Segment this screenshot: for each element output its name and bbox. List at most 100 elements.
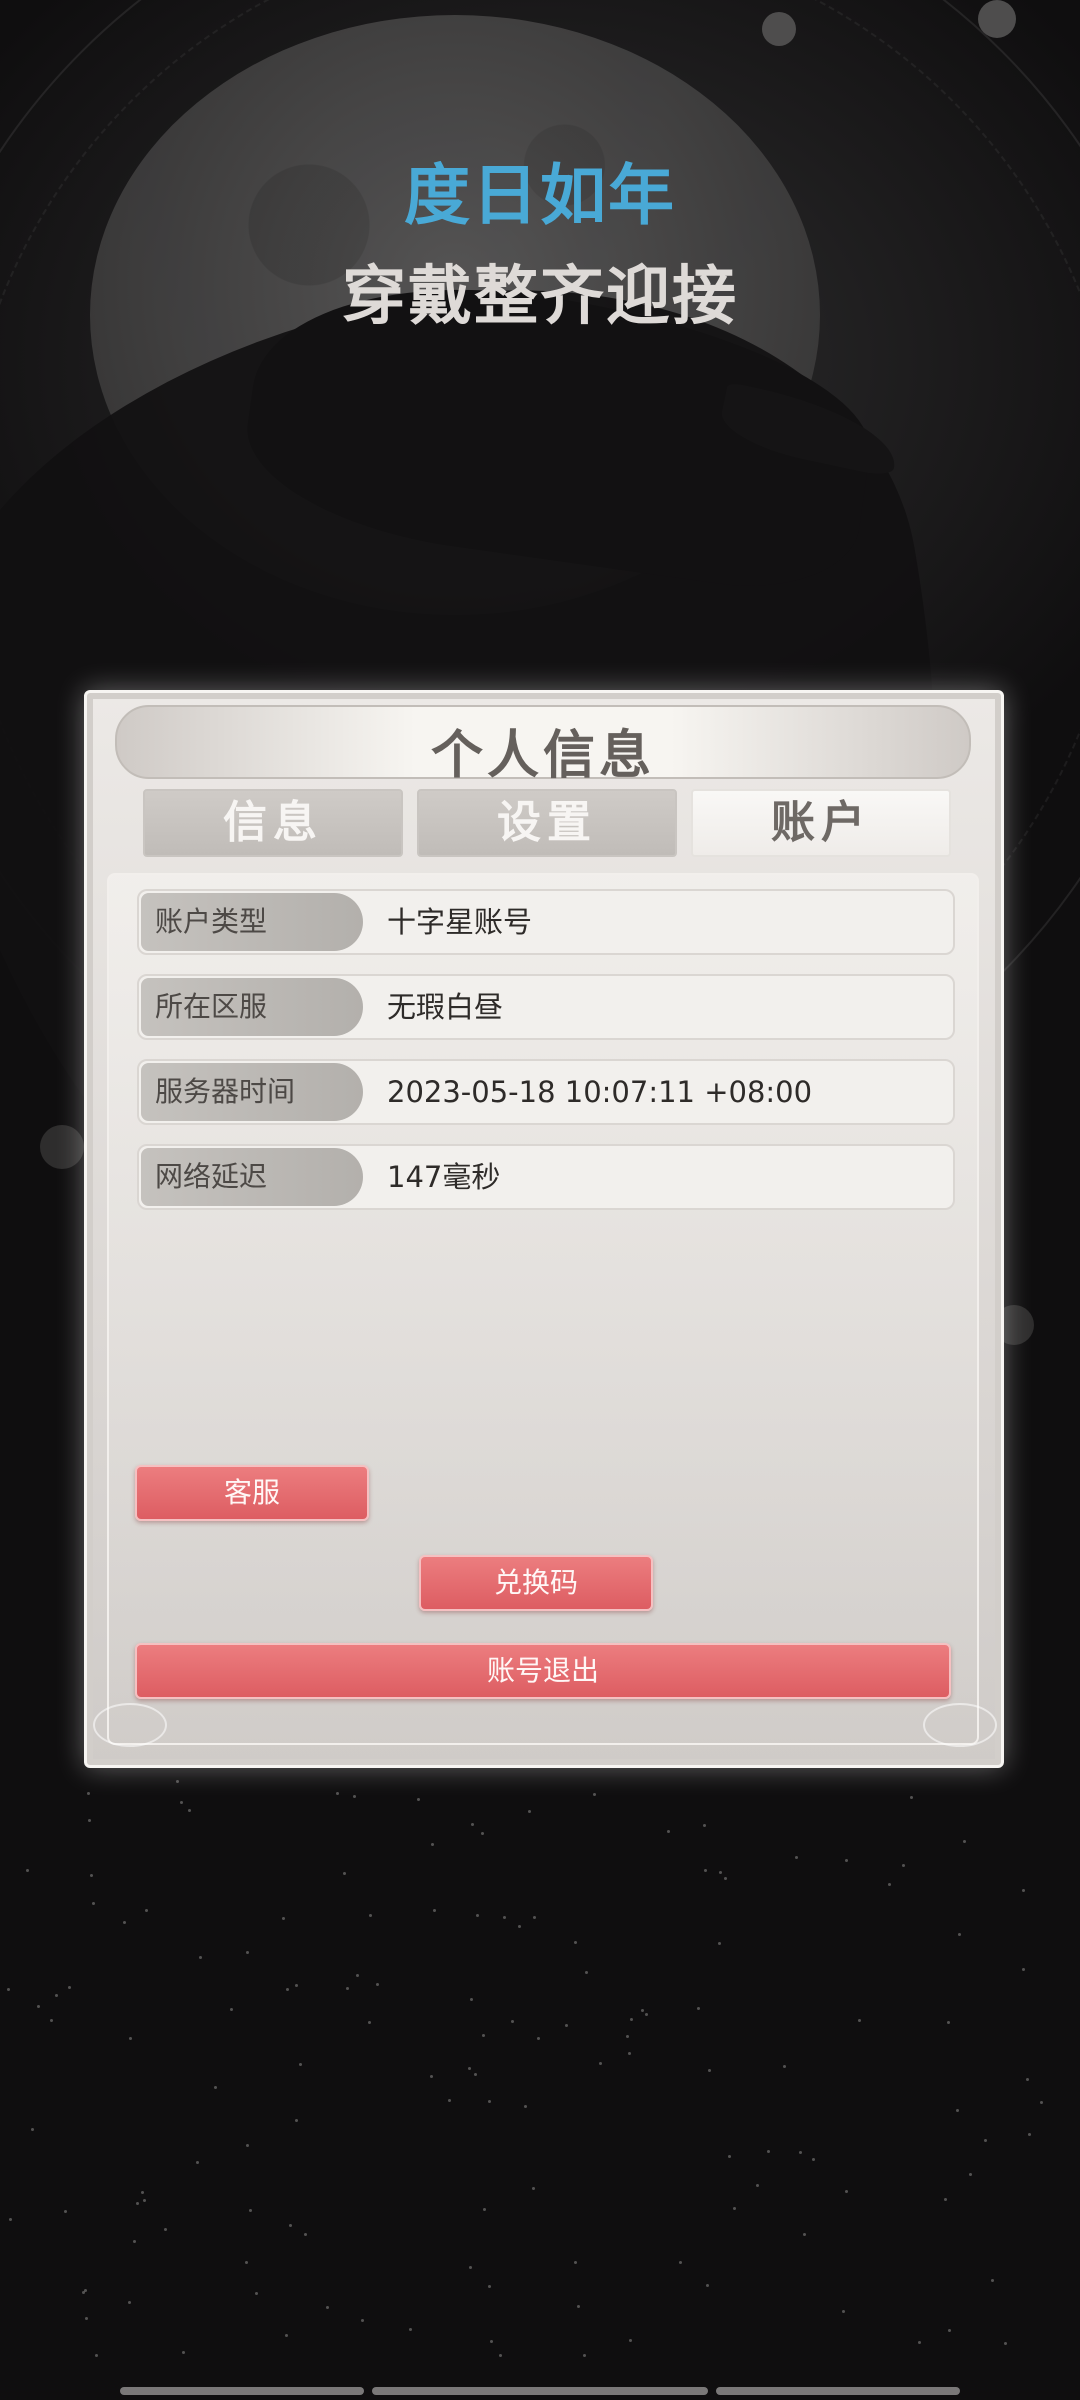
corner-flourish-left <box>93 1703 167 1747</box>
corner-flourish-right <box>923 1703 997 1747</box>
home-indicator-segment <box>372 2387 708 2395</box>
info-row-label: 网络延迟 <box>141 1148 363 1206</box>
customer-service-button[interactable]: 客服 <box>135 1465 369 1521</box>
star-speck <box>585 1971 588 1974</box>
star-speck <box>1022 1968 1025 1971</box>
star-speck <box>956 2109 959 2112</box>
star-speck <box>133 2240 136 2243</box>
star-speck <box>574 1941 577 1944</box>
star-speck <box>984 2139 987 2142</box>
star-speck <box>182 2351 185 2354</box>
star-speck <box>246 2144 249 2147</box>
star-speck <box>641 2009 644 2012</box>
home-indicator-segment <box>716 2387 960 2395</box>
star-speck <box>629 2339 632 2342</box>
star-speck <box>499 2354 502 2357</box>
star-speck <box>145 1909 148 1912</box>
star-speck <box>37 2005 40 2008</box>
star-speck <box>483 2208 486 2211</box>
star-speck <box>85 2317 88 2320</box>
star-speck <box>92 1902 95 1905</box>
star-speck <box>991 2279 994 2282</box>
star-speck <box>353 1795 356 1798</box>
star-speck <box>708 2069 711 2072</box>
star-speck <box>518 1925 521 1928</box>
star-speck <box>214 2086 217 2089</box>
panel-title: 个人信息 <box>430 725 655 786</box>
redeem-code-button[interactable]: 兑换码 <box>419 1555 653 1611</box>
star-speck <box>430 2075 433 2078</box>
star-speck <box>724 1877 727 1880</box>
star-speck <box>88 1819 91 1822</box>
star-speck <box>481 1832 484 1835</box>
star-speck <box>230 2008 233 2011</box>
info-row-server-region: 所在区服 无瑕白昼 <box>137 974 955 1040</box>
star-speck <box>9 2218 12 2221</box>
star-speck <box>95 2354 98 2357</box>
star-speck <box>369 1914 372 1917</box>
info-row-value: 2023-05-18 10:07:11 +08:00 <box>387 1075 813 1109</box>
star-speck <box>143 2199 146 2202</box>
star-speck <box>188 1809 191 1812</box>
star-speck <box>812 2158 815 2161</box>
decorative-dot <box>978 0 1016 38</box>
star-speck <box>1004 2342 1007 2345</box>
star-speck <box>704 1869 707 1872</box>
star-speck <box>87 1792 90 1795</box>
star-speck <box>728 2155 731 2158</box>
star-speck <box>282 1917 285 1920</box>
star-speck <box>433 1909 436 1912</box>
star-speck <box>141 2191 144 2194</box>
star-speck <box>128 2301 131 2304</box>
star-speck <box>482 2034 485 2037</box>
star-speck <box>767 2150 770 2153</box>
star-speck <box>756 2184 759 2187</box>
star-speck <box>532 2187 535 2190</box>
star-speck <box>503 1916 506 1919</box>
info-row-network-latency: 网络延迟 147毫秒 <box>137 1144 955 1210</box>
star-speck <box>718 1942 721 1945</box>
star-speck <box>50 2019 53 2022</box>
banner-headline: 度日如年 <box>404 157 676 234</box>
tab-settings[interactable]: 设置 <box>417 789 677 857</box>
star-speck <box>733 2207 736 2210</box>
star-speck <box>719 1871 722 1874</box>
star-speck <box>289 2224 292 2227</box>
star-speck <box>470 1998 473 2001</box>
star-speck <box>795 1856 798 1859</box>
home-indicator-segment <box>120 2387 364 2395</box>
star-speck <box>361 2319 364 2322</box>
star-speck <box>246 1951 249 1954</box>
star-speck <box>858 2019 861 2022</box>
star-speck <box>577 2305 580 2308</box>
star-speck <box>64 2210 67 2213</box>
tab-account[interactable]: 账户 <box>691 789 951 857</box>
logout-button[interactable]: 账号退出 <box>135 1643 951 1699</box>
star-speck <box>417 1798 420 1801</box>
star-speck <box>129 2037 132 2040</box>
personal-info-panel: 个人信息 信息 设置 账户 账户类型 十字星账号 所在区服 无瑕白昼 服务器时间… <box>84 690 1004 1768</box>
star-speck <box>583 2354 586 2357</box>
star-speck <box>431 1843 434 1846</box>
star-speck <box>136 2202 139 2205</box>
star-speck <box>593 1793 596 1796</box>
tab-info[interactable]: 信息 <box>143 789 403 857</box>
star-speck <box>488 2100 491 2103</box>
star-speck <box>958 1933 961 1936</box>
star-speck <box>176 1780 179 1783</box>
star-speck <box>448 2099 451 2102</box>
star-speck <box>845 2190 848 2193</box>
decorative-dot <box>40 1125 84 1169</box>
star-speck <box>68 1986 71 1989</box>
star-speck <box>697 2007 700 2010</box>
star-speck <box>511 2020 514 2023</box>
star-speck <box>528 1810 531 1813</box>
star-speck <box>409 2328 412 2331</box>
panel-title-bar: 个人信息 <box>115 705 971 786</box>
decorative-dot <box>762 12 796 46</box>
info-row-value: 十字星账号 <box>387 905 533 939</box>
info-row-value: 无瑕白昼 <box>387 990 504 1024</box>
star-speck <box>376 1983 379 1986</box>
star-speck <box>82 2291 85 2294</box>
info-row-label: 账户类型 <box>141 893 363 951</box>
